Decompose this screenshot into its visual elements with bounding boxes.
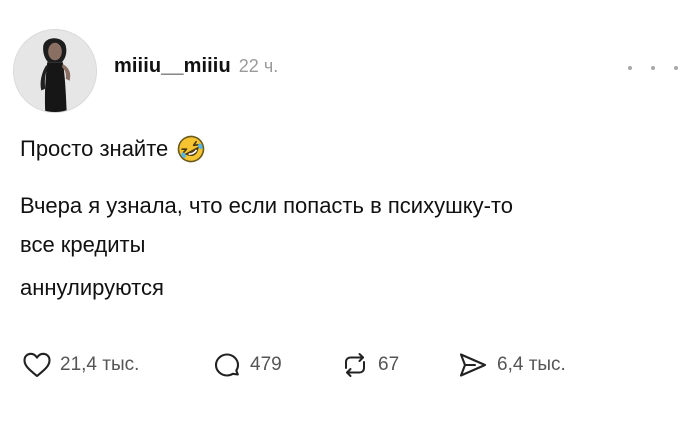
post-text: Просто знайте — [20, 136, 169, 161]
share-count: 6,4 тыс. — [497, 354, 566, 375]
post-card: miiiu__miiiu 22 ч. Просто знайте Вчера я… — [0, 0, 700, 428]
more-dot — [628, 66, 632, 70]
post-text-line-3: все кредиты — [20, 232, 146, 257]
share-icon — [459, 353, 487, 377]
post-text-line-1: Просто знайте — [20, 134, 206, 164]
post-header: miiiu__miiiu 22 ч. — [114, 55, 278, 78]
rolling-laughing-emoji-icon — [177, 135, 205, 163]
like-button[interactable]: 21,4 тыс. — [22, 350, 139, 380]
repost-button[interactable]: 67 — [340, 350, 399, 380]
repost-icon — [345, 353, 365, 377]
comment-icon — [214, 353, 240, 377]
more-dot — [674, 66, 678, 70]
comment-button[interactable]: 479 — [212, 350, 282, 380]
post-time: 22 ч. — [238, 56, 279, 76]
avatar-photo — [14, 30, 96, 112]
more-dot — [651, 66, 655, 70]
avatar[interactable] — [13, 29, 97, 113]
repost-count: 67 — [378, 354, 400, 375]
post-text-line-2: Вчера я узнала, что если попасть в психу… — [20, 193, 513, 218]
username[interactable]: miiiu__miiiu — [114, 55, 231, 78]
post-text-line-4: аннулируются — [20, 275, 164, 300]
like-count: 21,4 тыс. — [60, 354, 140, 375]
heart-icon — [23, 352, 51, 378]
action-bar: 21,4 тыс. 479 67 6,4 тыс. — [22, 350, 682, 380]
more-icon[interactable] — [628, 63, 678, 73]
comment-count: 479 — [250, 354, 282, 375]
share-button[interactable]: 6,4 тыс. — [457, 350, 566, 380]
